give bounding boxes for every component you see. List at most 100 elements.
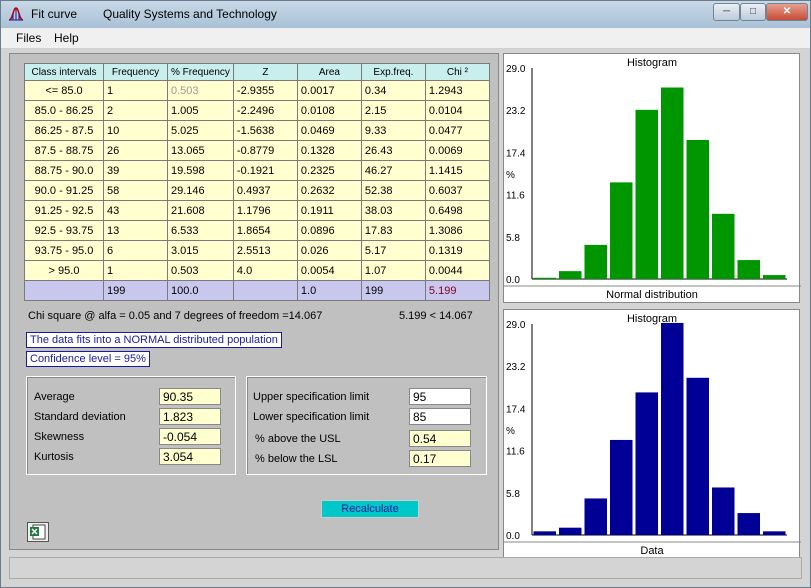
- totals-row: 199 100.0 1.0 199 5.199: [24, 280, 490, 301]
- table-cell[interactable]: 1.2943: [424, 80, 490, 101]
- table-cell[interactable]: 1.3086: [424, 220, 490, 241]
- column-header: Z: [232, 63, 298, 81]
- table-cell[interactable]: 3.015: [167, 240, 234, 261]
- menu-help[interactable]: Help: [54, 31, 79, 45]
- table-cell[interactable]: 0.0017: [296, 80, 362, 101]
- table-cell[interactable]: 13: [103, 220, 168, 241]
- table-cell[interactable]: 0.0054: [296, 260, 362, 281]
- table-cell[interactable]: -2.2496: [232, 100, 298, 121]
- table-cell[interactable]: 5.17: [360, 240, 426, 261]
- table-cell[interactable]: 52.38: [360, 180, 426, 201]
- table-cell[interactable]: 1: [103, 260, 168, 281]
- table-cell[interactable]: -1.5638: [232, 120, 298, 141]
- table-cell[interactable]: 0.0477: [424, 120, 490, 141]
- table-cell[interactable]: 2.15: [360, 100, 426, 121]
- table-cell[interactable]: 0.1911: [296, 200, 362, 221]
- table-cell[interactable]: 1.07: [360, 260, 426, 281]
- table-cell[interactable]: > 95.0: [24, 260, 104, 281]
- table-cell[interactable]: 19.598: [167, 160, 234, 181]
- table-cell[interactable]: 2: [103, 100, 168, 121]
- table-cell[interactable]: 38.03: [360, 200, 426, 221]
- table-cell[interactable]: 92.5 - 93.75: [24, 220, 104, 241]
- table-cell[interactable]: 86.25 - 87.5: [24, 120, 104, 141]
- table-cell[interactable]: 6.533: [167, 220, 234, 241]
- table-cell[interactable]: 88.75 - 90.0: [24, 160, 104, 181]
- table-cell[interactable]: 58: [103, 180, 168, 201]
- y-tick-label: 23.2: [506, 106, 526, 117]
- table-cell[interactable]: 0.1328: [296, 140, 362, 161]
- table-cell[interactable]: 0.0104: [424, 100, 490, 121]
- histogram-bar: [661, 87, 684, 279]
- table-cell[interactable]: 0.6498: [424, 200, 490, 221]
- table-cell[interactable]: 85.0 - 86.25: [24, 100, 104, 121]
- table-cell[interactable]: 13.065: [167, 140, 234, 161]
- table-cell[interactable]: 39: [103, 160, 168, 181]
- table-cell[interactable]: 93.75 - 95.0: [24, 240, 104, 261]
- close-button[interactable]: ✕: [766, 3, 808, 21]
- table-cell[interactable]: 26: [103, 140, 168, 161]
- table-cell[interactable]: 0.0896: [296, 220, 362, 241]
- menu-files[interactable]: Files: [16, 31, 41, 45]
- export-excel-button[interactable]: [27, 522, 49, 542]
- column-header: Frequency: [103, 63, 168, 81]
- table-cell[interactable]: 17.83: [360, 220, 426, 241]
- table-cell[interactable]: 29.146: [167, 180, 234, 201]
- minimize-button[interactable]: ─: [713, 3, 740, 21]
- table-cell[interactable]: 0.6037: [424, 180, 490, 201]
- table-cell[interactable]: 0.503: [167, 80, 234, 101]
- histogram-bar: [584, 498, 607, 535]
- table-cell[interactable]: 0.0069: [424, 140, 490, 161]
- table-cell[interactable]: 0.0469: [296, 120, 362, 141]
- y-tick-label: 29.0: [506, 320, 526, 331]
- normal-distribution-chart: Histogram 29.0 23.2 17.4 11.6 5.8 0.0% Normal d…: [503, 53, 801, 303]
- table-cell[interactable]: 0.2632: [296, 180, 362, 201]
- total-cell: [24, 280, 104, 301]
- skewness-value[interactable]: -0.054: [159, 428, 221, 445]
- table-cell[interactable]: 0.34: [360, 80, 426, 101]
- table-cell[interactable]: 43: [103, 200, 168, 221]
- table-cell[interactable]: 5.025: [167, 120, 234, 141]
- table-cell[interactable]: 1.005: [167, 100, 234, 121]
- table-cell[interactable]: 0.026: [296, 240, 362, 261]
- table-cell[interactable]: -0.1921: [232, 160, 298, 181]
- table-cell[interactable]: 87.5 - 88.75: [24, 140, 104, 161]
- table-cell[interactable]: -0.8779: [232, 140, 298, 161]
- std-value[interactable]: 1.823: [159, 408, 221, 425]
- table-cell[interactable]: 4.0: [232, 260, 298, 281]
- table-cell[interactable]: 0.0044: [424, 260, 490, 281]
- table-cell[interactable]: 0.2325: [296, 160, 362, 181]
- average-value[interactable]: 90.35: [159, 388, 221, 405]
- y-tick-label: 5.8: [506, 489, 520, 500]
- minimize-icon: ─: [722, 6, 731, 17]
- lsl-input[interactable]: 85: [409, 408, 471, 425]
- table-cell[interactable]: 0.0108: [296, 100, 362, 121]
- table-cell[interactable]: 1.1796: [232, 200, 298, 221]
- table-cell[interactable]: 1.8654: [232, 220, 298, 241]
- below-lsl-value[interactable]: 0.17: [409, 450, 471, 467]
- table-cell[interactable]: 9.33: [360, 120, 426, 141]
- table-cell[interactable]: <= 85.0: [24, 80, 104, 101]
- table-cell[interactable]: -2.9355: [232, 80, 298, 101]
- frequency-table: Class intervals Frequency% Frequency Z Area…: [24, 63, 490, 301]
- table-cell[interactable]: 1.1415: [424, 160, 490, 181]
- table-cell[interactable]: 0.503: [167, 260, 234, 281]
- table-cell[interactable]: 90.0 - 91.25: [24, 180, 104, 201]
- kurtosis-value[interactable]: 3.054: [159, 448, 221, 465]
- table-cell[interactable]: 46.27: [360, 160, 426, 181]
- table-cell[interactable]: 1: [103, 80, 168, 101]
- y-tick-label: 11.6: [506, 447, 525, 458]
- table-cell[interactable]: 2.5513: [232, 240, 298, 261]
- maximize-button[interactable]: □: [740, 3, 766, 21]
- table-cell[interactable]: 6: [103, 240, 168, 261]
- histogram-svg: Histogram29.023.217.411.65.80.0%Data: [504, 313, 801, 557]
- table-cell[interactable]: 0.4937: [232, 180, 298, 201]
- table-cell[interactable]: 21.608: [167, 200, 234, 221]
- recalculate-button[interactable]: Recalculate: [321, 500, 419, 518]
- table-cell[interactable]: 10: [103, 120, 168, 141]
- usl-input[interactable]: 95: [409, 388, 471, 405]
- above-usl-value[interactable]: 0.54: [409, 430, 471, 447]
- table-cell[interactable]: 91.25 - 92.5: [24, 200, 104, 221]
- histogram-bar: [737, 513, 760, 535]
- table-cell[interactable]: 0.1319: [424, 240, 490, 261]
- table-cell[interactable]: 26.43: [360, 140, 426, 161]
